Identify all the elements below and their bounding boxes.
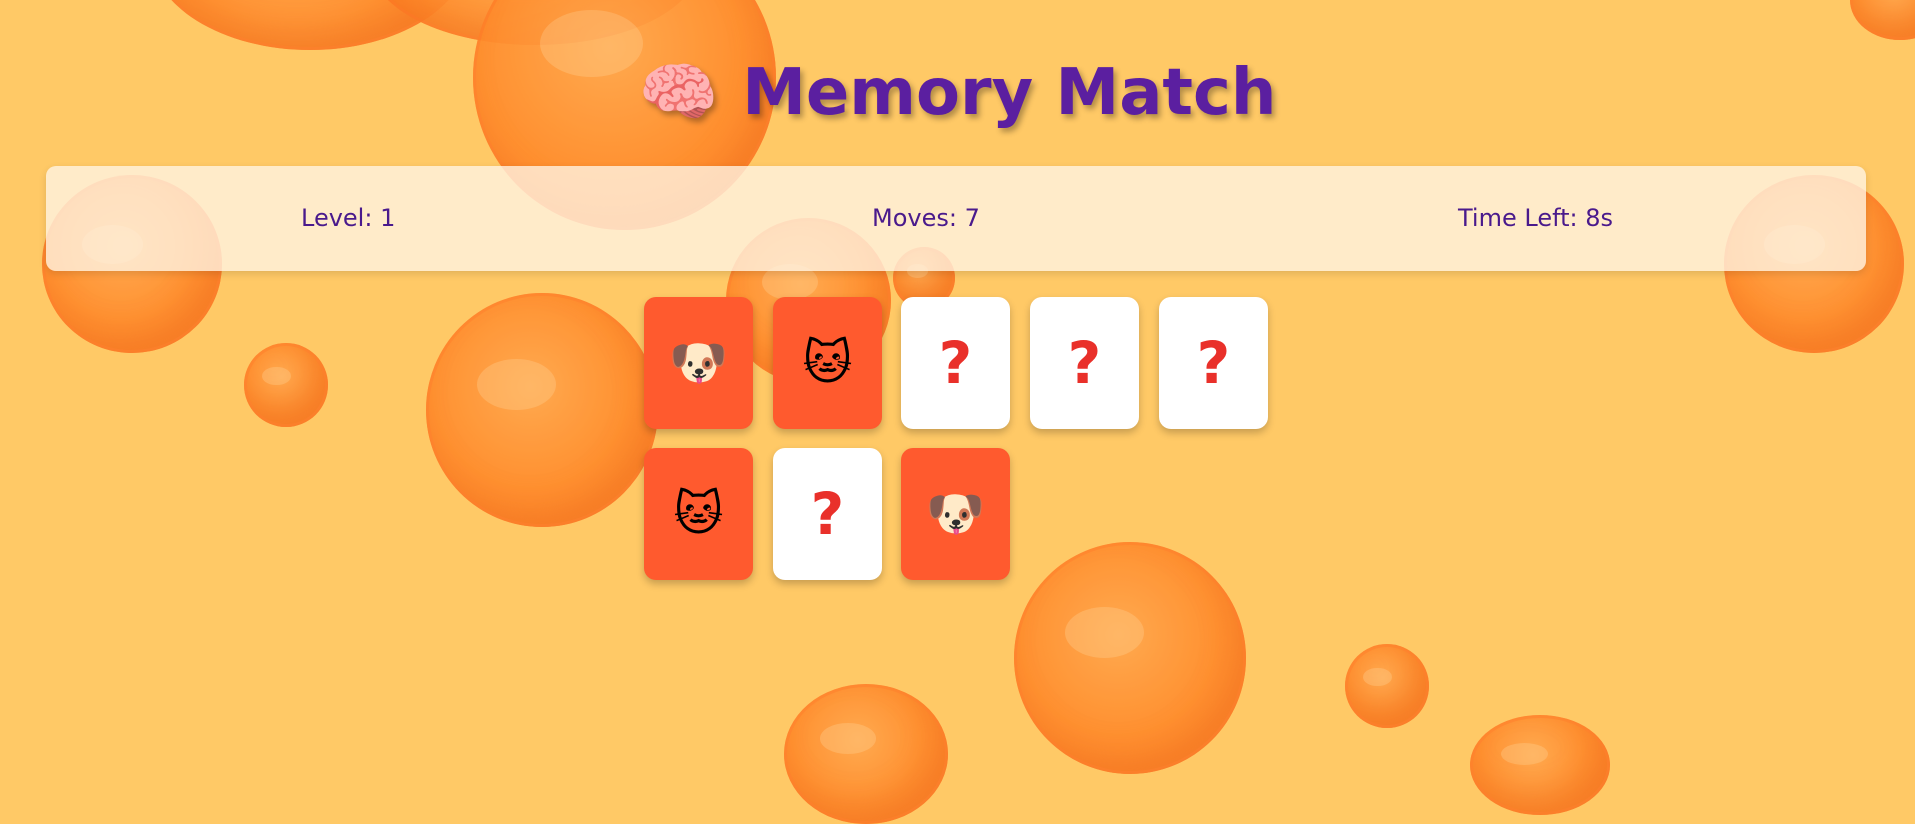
question-mark-icon: ? [810, 480, 845, 548]
cat-face-icon: 🐱 [673, 486, 724, 542]
question-mark-icon: ? [1196, 329, 1231, 397]
memory-card-7[interactable]: ? [773, 448, 882, 580]
cat-face-icon: 🐱 [802, 335, 853, 391]
background-bubble [426, 293, 658, 527]
moves-counter: Moves: 7 [872, 204, 980, 232]
level-counter: Level: 1 [301, 204, 396, 232]
background-bubble [1470, 715, 1610, 815]
memory-card-8[interactable]: 🐶 [901, 448, 1010, 580]
time-left-counter: Time Left: 8s [1458, 204, 1614, 232]
brain-icon: 🧠 [638, 56, 719, 130]
page-title: 🧠 Memory Match [0, 55, 1915, 130]
dog-face-icon: 🐶 [668, 335, 729, 391]
background-bubble [784, 684, 948, 824]
question-mark-icon: ? [1067, 329, 1102, 397]
memory-card-3[interactable]: ? [901, 297, 1010, 429]
memory-card-2[interactable]: 🐱 [773, 297, 882, 429]
background-bubble [1345, 644, 1429, 728]
memory-card-4[interactable]: ? [1030, 297, 1139, 429]
question-mark-icon: ? [938, 329, 973, 397]
memory-card-5[interactable]: ? [1159, 297, 1268, 429]
background-bubble [244, 343, 328, 427]
memory-card-6[interactable]: 🐱 [644, 448, 753, 580]
game-title-text: Memory Match [742, 56, 1277, 130]
background-bubble [1014, 542, 1246, 774]
stats-bar: Level: 1 Moves: 7 Time Left: 8s [46, 166, 1866, 271]
background-bubble [1850, 0, 1915, 40]
dog-face-icon: 🐶 [925, 486, 986, 542]
memory-card-1[interactable]: 🐶 [644, 297, 753, 429]
